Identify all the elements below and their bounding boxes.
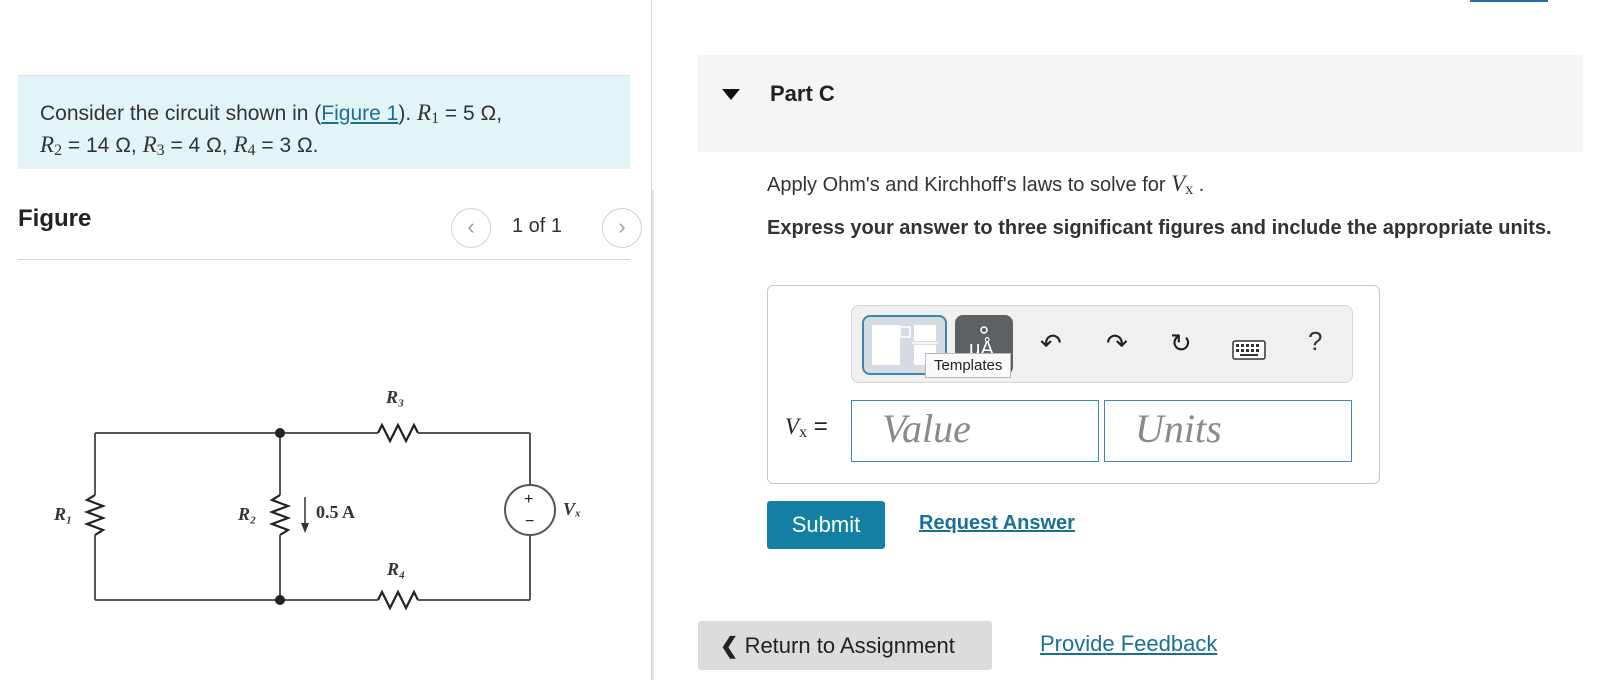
r3-value: = 4 Ω, [164, 134, 234, 157]
r2-value: = 14 Ω, [62, 134, 143, 157]
templates-tooltip: Templates [925, 353, 1012, 378]
units-input[interactable]: Units [1104, 400, 1352, 462]
top-accent-bar [1470, 0, 1548, 2]
label-r2: R₂ [237, 504, 256, 524]
r3-var: R [142, 132, 157, 157]
label-plus: + [524, 491, 533, 508]
help-button[interactable]: ? [1308, 326, 1322, 356]
label-vx: Vₓ [563, 499, 581, 519]
resistor-r1 [83, 494, 107, 536]
instruction-var: V [1171, 171, 1186, 196]
chevron-left-icon: ❮ [720, 633, 739, 658]
value-input[interactable]: Value [851, 400, 1099, 462]
figure-prev-button[interactable]: ‹ [451, 208, 491, 248]
instruction-end: . [1193, 174, 1205, 196]
r4-var: R [233, 132, 248, 157]
label-r4: R₄ [386, 559, 405, 579]
problem-statement: Consider the circuit shown in (Figure 1)… [18, 75, 630, 169]
part-c-header[interactable]: Part C [698, 55, 1583, 152]
node-bottom [275, 595, 285, 605]
chevron-left-icon: ‹ [467, 214, 475, 239]
return-to-assignment-button[interactable]: ❮ Return to Assignment [698, 621, 992, 670]
label-r1: R₁ [53, 504, 72, 524]
r1-value: = 5 Ω, [439, 102, 503, 125]
problem-intro: Consider the circuit shown in ( [40, 102, 322, 125]
request-answer-link[interactable]: Request Answer [919, 512, 1075, 535]
r4-value: = 3 Ω. [255, 134, 319, 157]
r1-var: R [417, 100, 432, 125]
keyboard-icon[interactable] [1232, 336, 1266, 366]
provide-feedback-link[interactable]: Provide Feedback [1040, 631, 1217, 657]
resistor-r3 [377, 422, 419, 444]
resistor-r4 [377, 589, 419, 611]
figure-next-button[interactable]: › [602, 208, 642, 248]
instruction-sub: x [1185, 181, 1194, 198]
submit-button[interactable]: Submit [767, 501, 885, 549]
r2-sub: 2 [54, 142, 63, 159]
figure-title: Figure [18, 205, 92, 232]
express-instruction: Express your answer to three significant… [767, 217, 1552, 239]
resistor-r2 [268, 494, 292, 536]
undo-icon[interactable]: ↶ [1040, 328, 1062, 358]
figure-pager: 1 of 1 [512, 215, 563, 237]
panel-divider-shadow [652, 190, 654, 680]
answer-eq: = [807, 413, 828, 440]
label-r3: R₃ [385, 387, 404, 407]
r4-sub: 4 [247, 142, 256, 159]
r3-sub: 3 [156, 142, 165, 159]
label-current: 0.5 A [316, 502, 355, 522]
figure-link[interactable]: Figure 1 [321, 102, 398, 125]
part-title: Part C [770, 81, 835, 106]
current-arrow-head [301, 523, 309, 533]
answer-var-sub: x [799, 424, 808, 441]
answer-box: μÅ Templates ↶ ↷ ↻ ? Vx = Value Units [767, 285, 1380, 484]
chevron-right-icon: › [618, 214, 626, 239]
math-toolbar: μÅ Templates ↶ ↷ ↻ ? [851, 305, 1353, 383]
answer-variable-label: Vx = [785, 413, 828, 442]
figure-header: Figure ‹ 1 of 1 › [18, 203, 642, 260]
return-label: Return to Assignment [744, 633, 955, 658]
instruction: Apply Ohm's and Kirchhoff's laws to solv… [767, 171, 1204, 199]
caret-down-icon [722, 89, 740, 100]
label-minus: − [525, 513, 534, 530]
r2-var: R [40, 132, 55, 157]
reset-icon[interactable]: ↻ [1170, 328, 1192, 358]
problem-after-link: ). [398, 102, 412, 125]
circuit-diagram: R₁ R₂ R₃ R₄ Vₓ 0.5 A + − [53, 387, 581, 611]
answer-var: V [785, 414, 800, 439]
r1-sub: 1 [431, 110, 440, 127]
instruction-text: Apply Ohm's and Kirchhoff's laws to solv… [767, 174, 1172, 196]
node-top [275, 428, 285, 438]
redo-icon[interactable]: ↷ [1106, 328, 1128, 358]
